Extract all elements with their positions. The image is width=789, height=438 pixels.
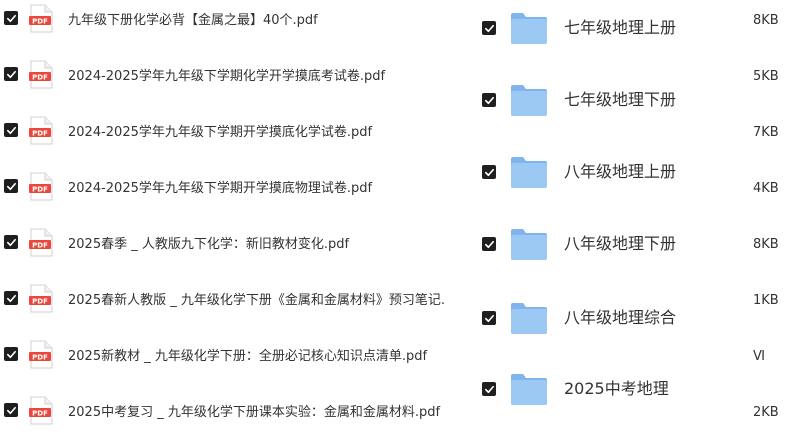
svg-text:PDF: PDF [32,241,48,249]
check-icon [484,96,494,104]
check-icon [6,406,16,414]
folder-name: 八年级地理上册 [564,162,677,181]
file-row[interactable]: PDF 2025春新人教版 _ 九年级化学下册《金属和金属材料》预习笔记. [0,284,480,316]
file-row[interactable]: PDF 2024-2025学年九年级下学期开学摸底物理试卷.pdf [0,172,480,204]
file-size: 4KB [753,181,779,196]
file-checkbox[interactable] [4,179,18,193]
folder-row[interactable]: 八年级地理下册 [478,226,738,262]
file-checkbox[interactable] [4,67,18,81]
file-row[interactable]: PDF 2024-2025学年九年级下学期开学摸底化学试卷.pdf [0,116,480,148]
pdf-file-icon: PDF [28,60,54,90]
folder-checkbox[interactable] [482,165,496,179]
file-name: 2025春季 _ 人教版九下化学：新旧教材变化.pdf [68,237,350,252]
check-icon [6,238,16,246]
file-checkbox[interactable] [4,123,18,137]
folder-icon [510,155,548,189]
check-icon [484,24,494,32]
folder-name: 2025中考地理 [564,379,669,398]
folder-row[interactable]: 七年级地理上册 [478,10,738,46]
folder-name: 七年级地理上册 [564,18,677,37]
file-size: 8KB [753,237,779,252]
pdf-file-icon: PDF [28,396,54,426]
check-icon [6,350,16,358]
svg-text:PDF: PDF [32,17,48,25]
file-name: 2025春新人教版 _ 九年级化学下册《金属和金属材料》预习笔记. [68,293,445,308]
folder-checkbox[interactable] [482,93,496,107]
file-checkbox[interactable] [4,403,18,417]
svg-text:PDF: PDF [32,409,48,417]
file-name: 2024-2025学年九年级下学期开学摸底化学试卷.pdf [68,125,373,140]
file-checkbox[interactable] [4,11,18,25]
check-icon [6,14,16,22]
check-icon [6,70,16,78]
file-checkbox[interactable] [4,291,18,305]
file-checkbox[interactable] [4,347,18,361]
folder-icon [510,227,548,261]
folder-icon [510,372,548,406]
pdf-file-icon: PDF [28,4,54,34]
file-row[interactable]: PDF 2025春季 _ 人教版九下化学：新旧教材变化.pdf [0,228,480,260]
folder-name: 八年级地理综合 [564,308,677,327]
folder-icon [510,11,548,45]
folder-icon [510,83,548,117]
folder-name: 八年级地理下册 [564,234,677,253]
pdf-file-icon: PDF [28,116,54,146]
pdf-file-icon: PDF [28,284,54,314]
folder-row[interactable]: 2025中考地理 [478,371,738,407]
svg-text:PDF: PDF [32,185,48,193]
svg-text:PDF: PDF [32,73,48,81]
svg-text:PDF: PDF [32,129,48,137]
file-size: 7KB [753,125,779,140]
check-icon [484,314,494,322]
pdf-file-icon: PDF [28,340,54,370]
file-row[interactable]: PDF 2025中考复习 _ 九年级化学下册课本实验：金属和金属材料.pdf [0,396,480,428]
folder-row[interactable]: 八年级地理上册 [478,154,738,190]
folder-icon [510,301,548,335]
folder-checkbox[interactable] [482,382,496,396]
file-row[interactable]: PDF 九年级下册化学必背【金属之最】40个.pdf [0,4,480,36]
folder-checkbox[interactable] [482,311,496,325]
file-checkbox[interactable] [4,235,18,249]
svg-text:PDF: PDF [32,297,48,305]
check-icon [484,385,494,393]
file-size: Ⅵ [753,349,765,364]
file-name: 2024-2025学年九年级下学期化学开学摸底考试卷.pdf [68,69,386,84]
svg-text:PDF: PDF [32,353,48,361]
check-icon [484,168,494,176]
folder-checkbox[interactable] [482,237,496,251]
check-icon [6,182,16,190]
file-name: 2025新教材 _ 九年级化学下册：全册必记核心知识点清单.pdf [68,349,428,364]
file-name: 2024-2025学年九年级下学期开学摸底物理试卷.pdf [68,181,373,196]
file-row[interactable]: PDF 2025新教材 _ 九年级化学下册：全册必记核心知识点清单.pdf [0,340,480,372]
file-row[interactable]: PDF 2024-2025学年九年级下学期化学开学摸底考试卷.pdf [0,60,480,92]
file-size: 5KB [753,69,779,84]
folder-checkbox[interactable] [482,21,496,35]
file-size: 8KB [753,13,779,28]
file-name: 2025中考复习 _ 九年级化学下册课本实验：金属和金属材料.pdf [68,405,441,420]
check-icon [484,240,494,248]
file-size: 1KB [753,293,779,308]
folder-row[interactable]: 八年级地理综合 [478,300,738,336]
folder-row[interactable]: 七年级地理下册 [478,82,738,118]
pdf-file-icon: PDF [28,172,54,202]
file-name: 九年级下册化学必背【金属之最】40个.pdf [68,13,318,28]
folder-name: 七年级地理下册 [564,90,677,109]
check-icon [6,126,16,134]
file-size: 2KB [753,405,779,420]
check-icon [6,294,16,302]
pdf-file-icon: PDF [28,228,54,258]
